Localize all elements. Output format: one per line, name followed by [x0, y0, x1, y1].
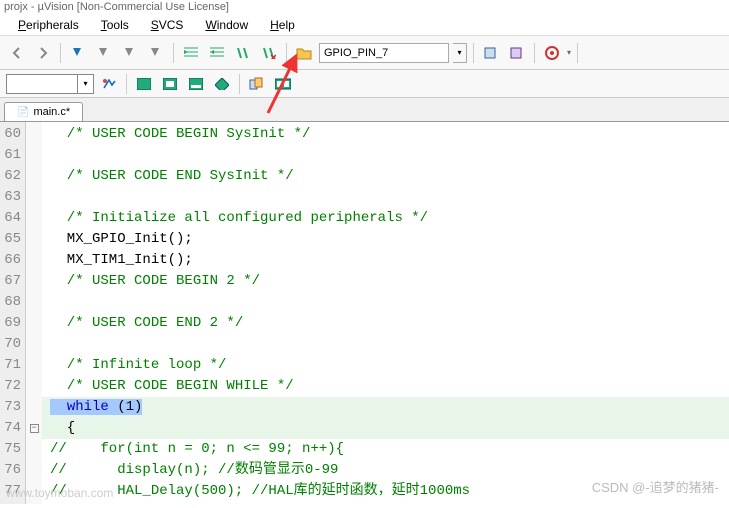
uncomment-button[interactable] [258, 42, 280, 64]
watermark-left: www.toymoban.com [6, 486, 113, 500]
options-button[interactable] [98, 73, 120, 95]
code-line[interactable] [42, 292, 729, 313]
code-area[interactable]: /* USER CODE BEGIN SysInit */ /* USER CO… [42, 122, 729, 504]
menu-bar: Peripherals Tools SVCS Window Help [0, 14, 729, 36]
dropdown-arrow-icon[interactable]: ▾ [567, 48, 571, 57]
main-toolbar: ▾ ▾ [0, 36, 729, 70]
window-button-3[interactable] [185, 73, 207, 95]
code-line[interactable]: /* USER CODE BEGIN 2 */ [42, 271, 729, 292]
fold-gutter[interactable]: − [26, 122, 42, 504]
build-toolbar: ▾ [0, 70, 729, 98]
code-line[interactable]: { [42, 418, 729, 439]
watermark-right: CSDN @-追梦的猪猪- [592, 477, 719, 496]
code-line[interactable]: MX_GPIO_Init(); [42, 229, 729, 250]
code-line[interactable]: while (1) [42, 397, 729, 418]
editor-tab-bar: 📄 main.c* [0, 98, 729, 122]
manage-button-2[interactable] [272, 73, 294, 95]
window-button-1[interactable] [133, 73, 155, 95]
menu-svcs[interactable]: SVCS [141, 16, 194, 34]
code-line[interactable] [42, 145, 729, 166]
line-gutter: 606162636465666768697071727374757677 [0, 122, 26, 504]
code-line[interactable]: /* USER CODE BEGIN WHILE */ [42, 376, 729, 397]
title-bar: projx - µVision [Non-Commercial Use Lice… [0, 0, 729, 14]
bookmark-prev-button[interactable] [93, 42, 115, 64]
separator [473, 43, 474, 63]
bookmark-toggle-button[interactable] [67, 42, 89, 64]
code-line[interactable]: // for(int n = 0; n <= 99; n++){ [42, 439, 729, 460]
menu-tools[interactable]: Tools [91, 16, 139, 34]
code-line[interactable]: /* USER CODE END 2 */ [42, 313, 729, 334]
separator [286, 43, 287, 63]
code-line[interactable] [42, 334, 729, 355]
window-button-2[interactable] [159, 73, 181, 95]
nav-fwd-button[interactable] [32, 42, 54, 64]
bookmark-next-button[interactable] [119, 42, 141, 64]
code-line[interactable]: /* Initialize all configured peripherals… [42, 208, 729, 229]
separator [534, 43, 535, 63]
separator [126, 74, 127, 94]
nav-back-button[interactable] [6, 42, 28, 64]
code-editor[interactable]: 606162636465666768697071727374757677 − /… [0, 122, 729, 504]
code-line[interactable]: MX_TIM1_Init(); [42, 250, 729, 271]
code-line[interactable]: /* Infinite loop */ [42, 355, 729, 376]
menu-peripherals[interactable]: Peripherals [8, 16, 89, 34]
code-line[interactable]: /* USER CODE BEGIN SysInit */ [42, 124, 729, 145]
outdent-button[interactable] [206, 42, 228, 64]
menu-help[interactable]: Help [260, 16, 305, 34]
window-button-4[interactable] [211, 73, 233, 95]
separator [239, 74, 240, 94]
target-combo[interactable]: ▾ [6, 74, 94, 94]
file-icon: 📄 [17, 107, 29, 118]
comment-button[interactable] [232, 42, 254, 64]
separator [173, 43, 174, 63]
folder-icon[interactable] [293, 42, 315, 64]
bookmark-clear-button[interactable] [145, 42, 167, 64]
find-button[interactable] [480, 42, 502, 64]
separator [60, 43, 61, 63]
menu-window[interactable]: Window [195, 16, 258, 34]
code-line[interactable] [42, 187, 729, 208]
search-dropdown[interactable]: ▾ [453, 43, 467, 63]
tool-button[interactable] [506, 42, 528, 64]
tab-label: main.c* [33, 106, 70, 118]
search-input[interactable] [319, 43, 449, 63]
tab-main-c[interactable]: 📄 main.c* [4, 102, 83, 121]
manage-button-1[interactable] [246, 73, 268, 95]
debug-button[interactable] [541, 42, 563, 64]
indent-button[interactable] [180, 42, 202, 64]
separator [577, 43, 578, 63]
code-line[interactable]: /* USER CODE END SysInit */ [42, 166, 729, 187]
